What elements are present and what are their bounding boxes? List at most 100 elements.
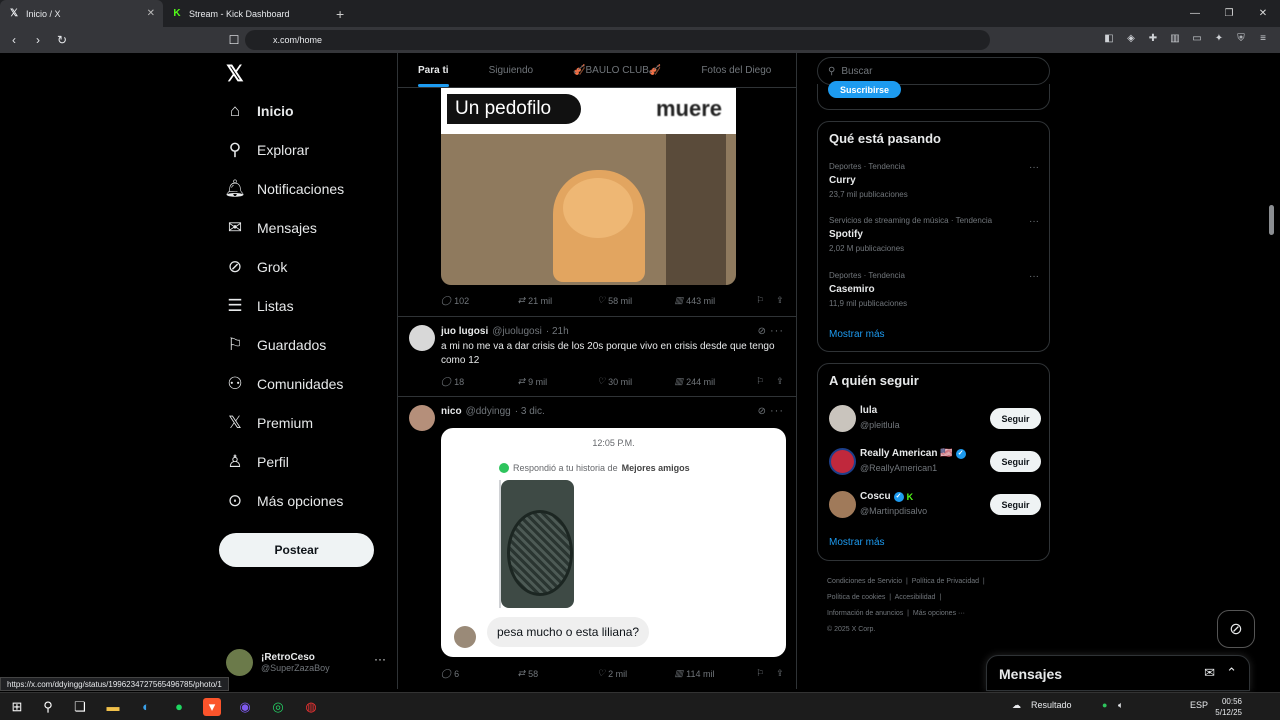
volume-icon[interactable]: 🔈︎ <box>1118 700 1123 711</box>
tab-baulo-club[interactable]: 🎻BAULO CLUB🎻 <box>553 53 681 87</box>
nav-item-bookmarks[interactable]: ⚐ Guardados <box>218 326 388 364</box>
author-handle[interactable]: @ddyingg <box>466 406 511 417</box>
trend-item[interactable]: Deportes · Tendencia Casemiro 11,9 mil p… <box>829 271 1039 308</box>
ai-icon[interactable]: ✦ <box>1212 32 1226 46</box>
repost-button[interactable]: ⇄ 58 <box>518 668 598 679</box>
repost-button[interactable]: ⇄ 21 mil <box>518 295 598 306</box>
footer-link-terms[interactable]: Condiciones de Servicio <box>827 578 902 585</box>
sidebar-icon[interactable]: ▥ <box>1168 32 1182 46</box>
x-logo-icon[interactable]: 𝕏 <box>226 61 244 87</box>
task-view-icon[interactable]: ❏ <box>71 698 89 716</box>
reply-button[interactable]: ◯ 102 <box>441 295 518 306</box>
language-indicator[interactable]: ESP <box>1190 700 1208 710</box>
views-button[interactable]: ▥ 114 mil <box>675 668 757 679</box>
grok-icon[interactable]: ⊘ <box>758 406 766 417</box>
show-more-link[interactable]: Mostrar más <box>829 329 885 340</box>
bookmark-icon[interactable]: ⚐ <box>756 668 776 679</box>
nav-item-grok[interactable]: ⊘ Grok <box>218 248 388 286</box>
minimize-icon[interactable]: — <box>1178 0 1212 27</box>
menu-icon[interactable]: ≡ <box>1256 32 1270 46</box>
wallet-icon[interactable]: ▭ <box>1190 32 1204 46</box>
close-window-icon[interactable]: ✕ <box>1246 0 1280 27</box>
reload-icon[interactable]: ↻ <box>52 33 72 47</box>
post-time[interactable]: · 3 dic. <box>515 406 545 417</box>
follow-button[interactable]: Seguir <box>990 451 1041 472</box>
puzzle-icon[interactable]: ✚ <box>1146 32 1160 46</box>
edge-icon[interactable]: ◐ <box>137 698 155 716</box>
nav-item-lists[interactable]: ☰ Listas <box>218 287 388 325</box>
post-button[interactable]: Postear <box>219 533 374 567</box>
subscribe-button[interactable]: Suscribirse <box>828 81 902 98</box>
footer-link-more[interactable]: Más opciones ··· <box>913 610 965 617</box>
nav-item-messages[interactable]: ✉ Mensajes <box>218 209 388 247</box>
maximize-icon[interactable]: ❐ <box>1212 0 1246 27</box>
nav-item-premium[interactable]: 𝕏 Premium <box>218 404 388 442</box>
clock[interactable]: 00:56 5/12/25 <box>1215 696 1242 718</box>
like-button[interactable]: ♡ 58 mil <box>597 295 675 306</box>
author-handle[interactable]: @juolugosi <box>492 326 542 337</box>
tab-fotos-del-diego[interactable]: Fotos del Diego <box>681 53 791 87</box>
scrollbar[interactable] <box>1269 205 1274 235</box>
more-icon[interactable]: ··· <box>1029 162 1039 173</box>
status-dot-icon[interactable]: ● <box>1102 700 1107 710</box>
more-icon[interactable]: ··· <box>1029 216 1039 227</box>
file-explorer-icon[interactable]: ▬ <box>104 698 122 716</box>
chevron-up-icon[interactable]: ⌃ <box>1226 665 1237 681</box>
windows-start-icon[interactable]: ⊞ <box>8 698 26 716</box>
trend-item[interactable]: Servicios de streaming de música · Tende… <box>829 216 1039 253</box>
more-icon[interactable]: ··· <box>1029 271 1039 282</box>
search-icon[interactable]: ⚲ <box>39 698 57 716</box>
account-switcher[interactable]: ¡RetroCeso @SuperZazaBoy ··· <box>226 646 386 678</box>
discord-icon[interactable]: ◉ <box>236 698 254 716</box>
tab-x-home[interactable]: 𝕏 Inicio / X ✕ <box>0 0 163 27</box>
obs-icon[interactable]: ◍ <box>302 698 320 716</box>
more-icon[interactable]: ··· <box>770 325 784 337</box>
post-time[interactable]: · 21h <box>546 326 569 337</box>
share-icon[interactable]: ⇪ <box>776 295 786 306</box>
bookmark-icon[interactable]: ⚐ <box>756 295 776 306</box>
grok-icon[interactable]: ⊘ <box>758 326 766 337</box>
tab-for-you[interactable]: Para ti <box>398 53 469 87</box>
nav-item-profile[interactable]: ♙ Perfil <box>218 443 388 481</box>
close-icon[interactable]: ✕ <box>147 8 155 19</box>
footer-link-privacy[interactable]: Política de Privacidad <box>912 578 979 585</box>
reply-button[interactable]: ◯ 18 <box>441 376 518 387</box>
avatar[interactable] <box>409 405 435 431</box>
like-button[interactable]: ♡ 30 mil <box>597 376 675 387</box>
weather-icon[interactable]: ☁ <box>1012 700 1021 711</box>
follow-suggestion[interactable]: lula @pleitlula Seguir <box>829 405 1041 435</box>
follow-suggestion[interactable]: Really American 🇺🇸 ✓ @ReallyAmerican1 Seg… <box>829 448 1041 478</box>
nav-item-more[interactable]: ⊙ Más opciones <box>218 482 388 520</box>
spotify-icon[interactable]: ● <box>170 698 188 716</box>
views-button[interactable]: ▥ 244 mil <box>675 376 757 387</box>
footer-link-ads[interactable]: Información de anuncios <box>827 610 903 617</box>
nav-item-home[interactable]: ⌂ Inicio <box>218 92 388 130</box>
follow-suggestion[interactable]: Coscu ✓ K @Martinpdisalvo Seguir <box>829 491 1041 521</box>
tab-kick-dashboard[interactable]: K Stream - Kick Dashboard <box>163 0 326 27</box>
trend-item[interactable]: Deportes · Tendencia Curry 23,7 mil publ… <box>829 162 1039 199</box>
whatsapp-icon[interactable]: ◎ <box>269 698 287 716</box>
shield-icon[interactable]: ⛨ <box>1234 32 1248 46</box>
follow-button[interactable]: Seguir <box>990 494 1041 515</box>
grok-button[interactable]: ⊘ <box>1217 610 1255 648</box>
address-bar[interactable]: x.com/home <box>245 30 990 50</box>
post-image[interactable]: Un pedofilo muere <box>441 88 736 285</box>
weather-text[interactable]: Resultado <box>1031 700 1072 710</box>
nav-item-notifications[interactable]: 🔔︎ Notificaciones <box>218 170 388 208</box>
share-icon[interactable]: ⇪ <box>776 668 786 679</box>
post-image[interactable]: 12:05 P.M. Respondió a tu historia de Me… <box>441 428 786 657</box>
back-icon[interactable]: ‹ <box>4 33 24 47</box>
brave-icon[interactable]: ▾ <box>203 698 221 716</box>
like-button[interactable]: ♡ 2 mil <box>597 668 675 679</box>
forward-icon[interactable]: › <box>28 33 48 47</box>
nav-item-explore[interactable]: ⚲ Explorar <box>218 131 388 169</box>
more-icon[interactable]: ··· <box>374 652 386 666</box>
author-name[interactable]: nico <box>441 406 462 417</box>
extension-icon[interactable]: ◧ <box>1102 32 1116 46</box>
author-name[interactable]: juo lugosi <box>441 326 488 337</box>
new-message-icon[interactable]: ✉ <box>1204 665 1215 681</box>
tab-following[interactable]: Siguiendo <box>469 53 553 87</box>
reply-button[interactable]: ◯ 6 <box>441 668 518 679</box>
nav-item-communities[interactable]: ⚇ Comunidades <box>218 365 388 403</box>
messages-dock[interactable]: Mensajes ✉ ⌃ <box>986 655 1250 691</box>
